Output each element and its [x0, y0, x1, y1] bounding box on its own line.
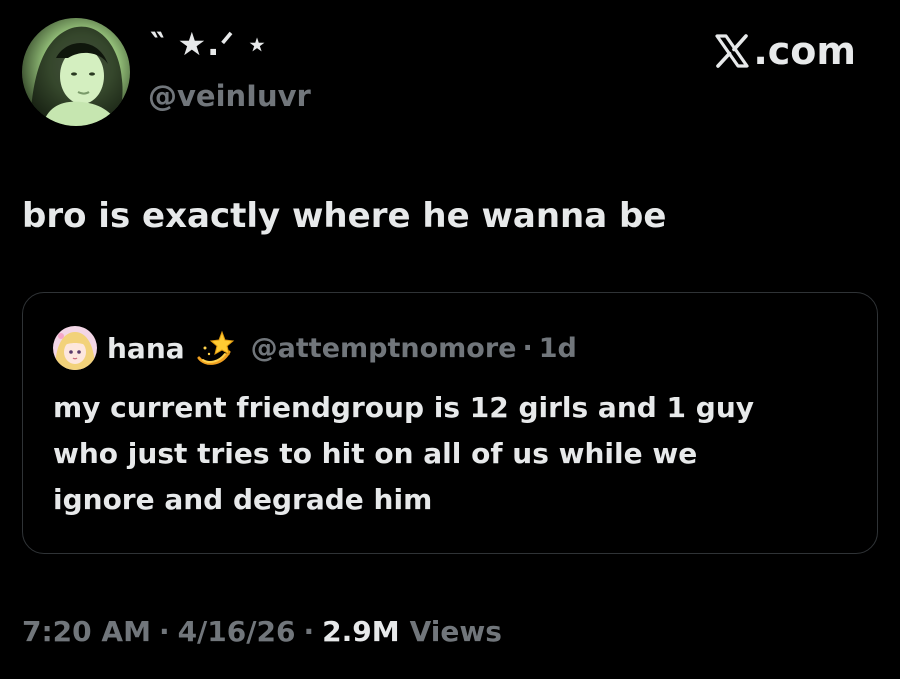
- quoted-avatar-icon[interactable]: [53, 326, 97, 370]
- meta-separator: ·: [303, 614, 315, 648]
- x-logo-icon: [713, 32, 751, 70]
- quoted-tweet-header: hana @attemptnomore · 1d: [53, 325, 577, 371]
- quoted-separator: ·: [522, 332, 533, 364]
- quoted-display-name[interactable]: hana: [107, 332, 185, 365]
- quoted-tweet-line: ignore and degrade him: [53, 483, 433, 516]
- views-count[interactable]: 2.9M: [322, 615, 399, 648]
- username[interactable]: @veinIuvr: [148, 78, 311, 114]
- quoted-tweet-card[interactable]: hana @attemptnomore · 1d my current frie…: [22, 292, 878, 554]
- views-label: Views: [409, 614, 502, 648]
- shooting-star-emoji-icon: [195, 328, 235, 368]
- quoted-username[interactable]: @attemptnomore: [251, 333, 517, 364]
- quoted-tweet-line: who just tries to hit on all of us while…: [53, 437, 698, 470]
- meta-separator: ·: [158, 614, 170, 648]
- tweet-metadata: 7:20 AM · 4/16/26 · 2.9M Views: [22, 610, 502, 652]
- quoted-timestamp[interactable]: 1d: [539, 333, 577, 364]
- display-name[interactable]: ‶ ★.ᐟ ⋆: [150, 24, 268, 64]
- tweet-time[interactable]: 7:20 AM: [22, 615, 151, 648]
- profile-avatar-icon[interactable]: [22, 18, 130, 126]
- brand-watermark: .com: [713, 28, 856, 74]
- tweet-date[interactable]: 4/16/26: [178, 615, 296, 648]
- quoted-tweet-text: my current friendgroup is 12 girls and 1…: [53, 385, 853, 523]
- brand-text: .com: [753, 29, 856, 73]
- tweet-text: bro is exactly where he wanna be: [22, 196, 667, 236]
- quoted-tweet-line: my current friendgroup is 12 girls and 1…: [53, 391, 755, 424]
